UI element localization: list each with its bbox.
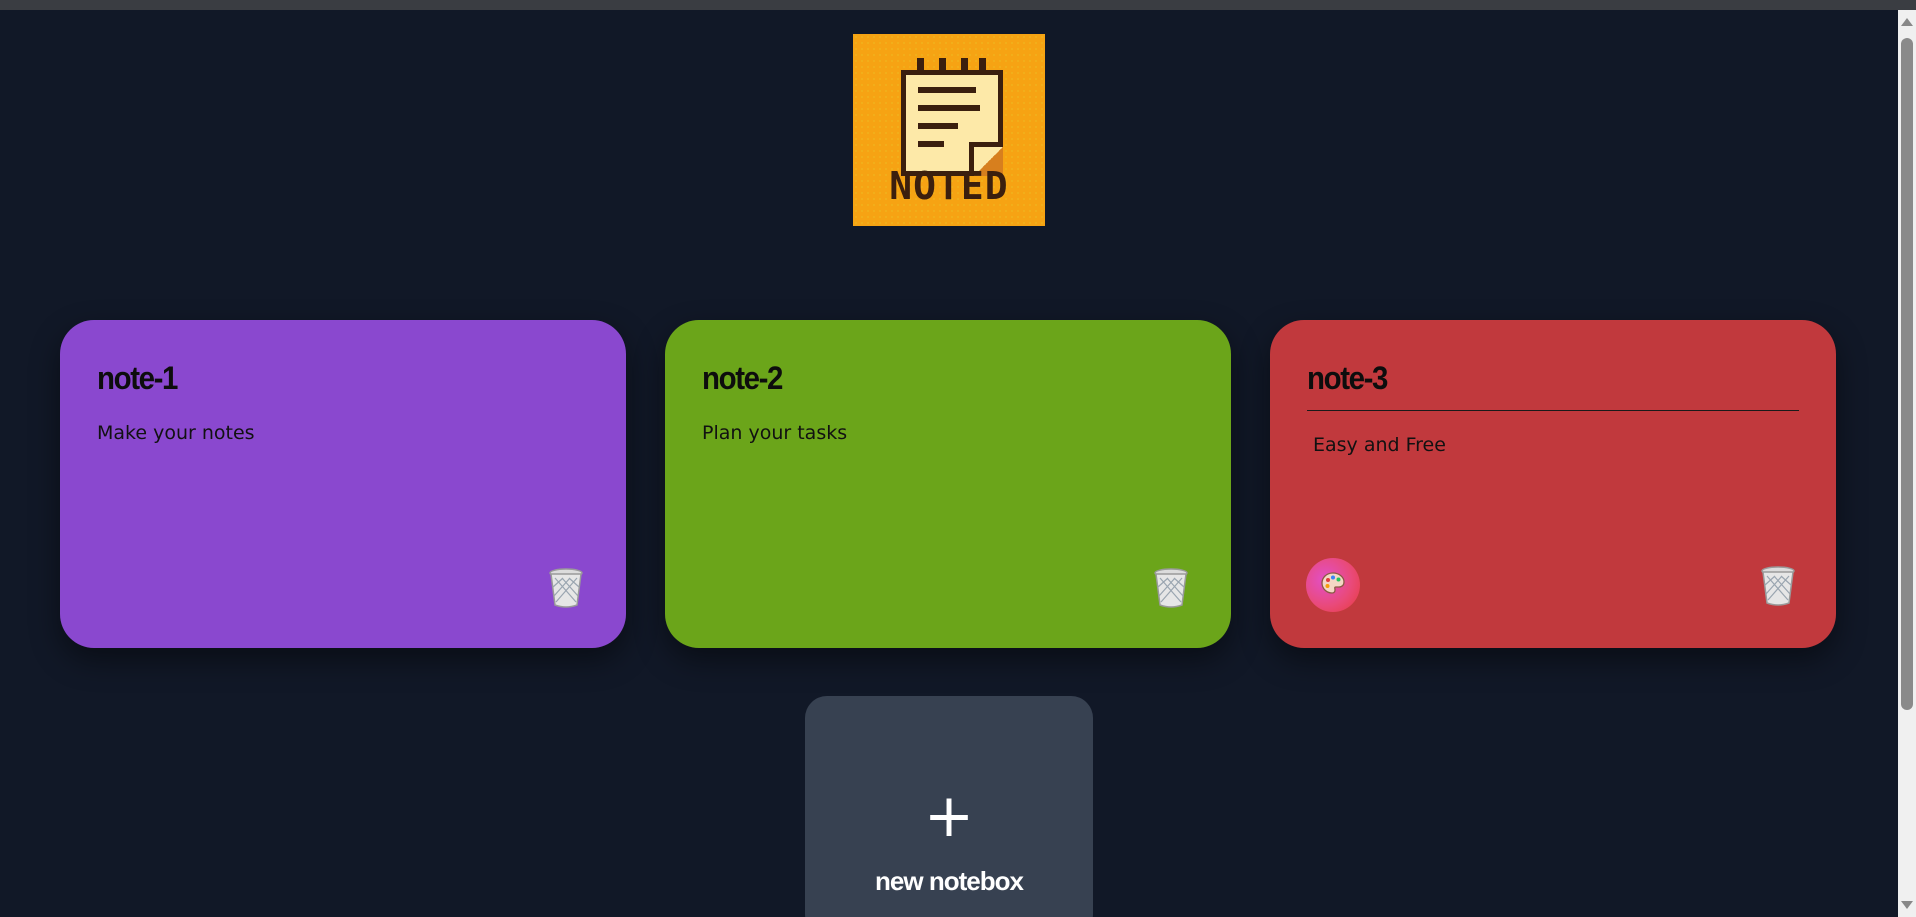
plus-icon: + (923, 781, 975, 851)
new-notebox-label: new notebox (875, 866, 1024, 896)
note-body[interactable]: Easy and Free (1313, 434, 1446, 456)
scroll-up-arrow-icon[interactable] (1901, 18, 1913, 26)
note-title[interactable]: note-1 (97, 360, 178, 397)
noted-logo: NOTED (853, 34, 1045, 226)
browser-top-bar (0, 0, 1916, 10)
scroll-down-arrow-icon[interactable] (1901, 901, 1913, 909)
logo-text: NOTED (889, 164, 1009, 208)
trash-icon[interactable] (1760, 566, 1796, 606)
palette-icon (1320, 571, 1346, 599)
page: NOTED note-1 Make your notes note-2 Plan… (0, 10, 1898, 917)
note-body[interactable]: Make your notes (97, 422, 255, 444)
new-notebox-button[interactable]: + new notebox (805, 696, 1093, 917)
logo-notepad-icon (901, 70, 1003, 176)
trash-icon[interactable] (1153, 568, 1189, 608)
vertical-scrollbar[interactable] (1898, 10, 1916, 917)
scroll-thumb[interactable] (1901, 38, 1913, 710)
note-card[interactable]: note-2 Plan your tasks (665, 320, 1231, 648)
note-card[interactable]: note-3 Easy and Free (1270, 320, 1836, 648)
note-title[interactable]: note-3 (1307, 360, 1388, 397)
color-picker-button[interactable] (1306, 558, 1360, 612)
trash-icon[interactable] (548, 568, 584, 608)
note-body[interactable]: Plan your tasks (702, 422, 847, 444)
note-title[interactable]: note-2 (702, 360, 783, 397)
title-underline (1307, 410, 1799, 411)
note-card[interactable]: note-1 Make your notes (60, 320, 626, 648)
